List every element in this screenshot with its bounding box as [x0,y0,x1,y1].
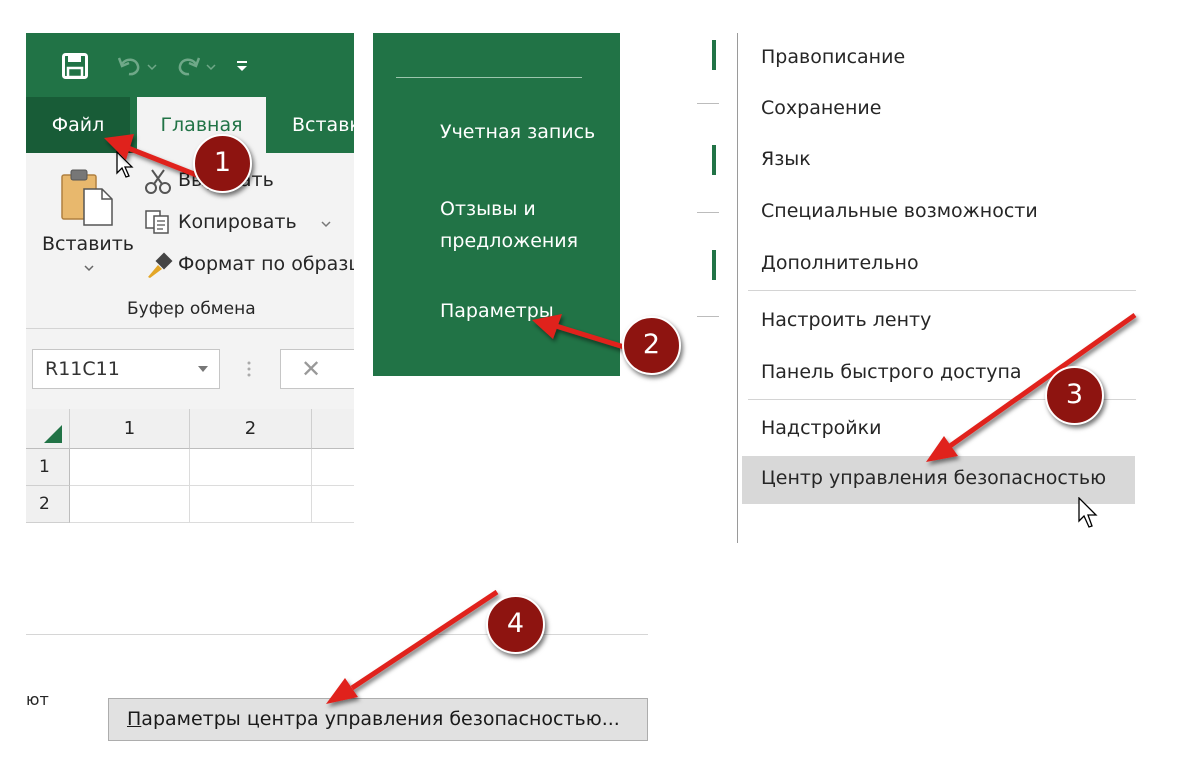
select-all-triangle-icon [44,425,62,443]
arrow-step-4 [326,589,499,704]
cell[interactable] [312,449,354,486]
column-header[interactable]: 1 [70,409,190,449]
customize-toolbar-icon[interactable] [236,59,248,73]
nav-item-quick-access-toolbar[interactable]: Панель быстрого доступа [761,361,1022,383]
options-nav-panel: Правописание Сохранение Язык Специальные… [737,33,1136,543]
nav-item-proofing[interactable]: Правописание [761,46,905,68]
column-header[interactable] [312,409,354,449]
cell[interactable] [190,449,312,486]
paste-dropdown-icon[interactable] [83,263,95,273]
nav-item-save[interactable]: Сохранение [761,97,881,119]
paste-icon[interactable] [60,167,114,227]
backstage-item-account[interactable]: Учетная запись [440,116,610,148]
format-painter-button[interactable]: Формат по образцу [178,253,354,275]
step-badge-2: 2 [622,316,681,375]
backstage-item-feedback[interactable]: Отзывы и предложения [440,193,600,257]
formula-bar-dots-icon [247,361,251,377]
cell[interactable] [70,449,190,486]
nav-item-language[interactable]: Язык [761,148,811,170]
row-header[interactable]: 1 [26,449,70,486]
section-divider [26,634,648,635]
nav-dash [697,212,719,213]
cell[interactable] [70,486,190,523]
nav-item-add-ins[interactable]: Надстройки [761,417,881,439]
scissors-icon[interactable] [144,167,172,195]
tab-insert[interactable]: Вставка [292,97,354,153]
nav-accent-bar [712,40,716,70]
undo-icon[interactable] [118,55,142,77]
trust-center-settings-label: араметры центра управления безопасностью… [141,708,620,730]
truncated-text: ют [26,690,49,709]
undo-dropdown-icon[interactable] [147,63,157,71]
cancel-formula-button[interactable]: ✕ [280,349,354,389]
name-box-value: R11C11 [45,358,120,380]
mouse-cursor-icon [116,151,134,178]
backstage-item-options[interactable]: Параметры [440,295,554,327]
nav-item-customize-ribbon[interactable]: Настроить ленту [761,309,931,331]
step-badge-3: 3 [1045,366,1104,425]
nav-dash [697,103,719,104]
cell[interactable] [312,486,354,523]
redo-icon[interactable] [176,55,200,77]
select-all-corner[interactable] [26,409,70,449]
backstage-menu: Учетная запись Отзывы и предложения Пара… [373,33,620,376]
nav-separator [748,290,1136,291]
copy-dropdown-icon[interactable] [320,219,332,229]
copy-button[interactable]: Копировать [178,211,297,233]
chevron-down-icon[interactable] [197,364,209,374]
row-header[interactable]: 2 [26,486,70,523]
excel-ribbon-panel: Файл Главная Вставка Вставить Вырезать К… [26,33,354,527]
column-header[interactable]: 2 [190,409,312,449]
tab-file[interactable]: Файл [26,97,130,153]
nav-item-accessibility[interactable]: Специальные возможности [761,200,1038,222]
nav-dash [697,316,719,317]
formula-bar: R11C11 ✕ [26,329,354,409]
nav-accent-bar [712,250,716,280]
nav-item-trust-center[interactable]: Центр управления безопасностью [761,467,1106,489]
mouse-cursor-icon [1078,497,1098,528]
save-icon[interactable] [62,53,88,79]
nav-item-advanced[interactable]: Дополнительно [761,252,919,274]
paste-button[interactable]: Вставить [42,233,134,255]
step-badge-1: 1 [193,134,252,193]
name-box[interactable]: R11C11 [32,349,220,389]
trust-center-settings-button[interactable]: Параметры центра управления безопасность… [108,698,648,741]
group-label: Буфер обмена [127,299,256,319]
format-painter-icon[interactable] [144,251,174,279]
cell[interactable] [190,486,312,523]
step-badge-4: 4 [486,595,545,654]
quick-access-toolbar [26,33,354,97]
clipboard-group: Вставить Вырезать Копировать Формат по о… [26,153,354,329]
backstage-divider [396,77,582,78]
redo-dropdown-icon[interactable] [206,63,216,71]
access-key-letter: П [127,708,142,730]
worksheet-grid: 1 2 1 2 [26,409,354,527]
copy-icon[interactable] [144,209,172,235]
nav-accent-bar [712,145,716,175]
